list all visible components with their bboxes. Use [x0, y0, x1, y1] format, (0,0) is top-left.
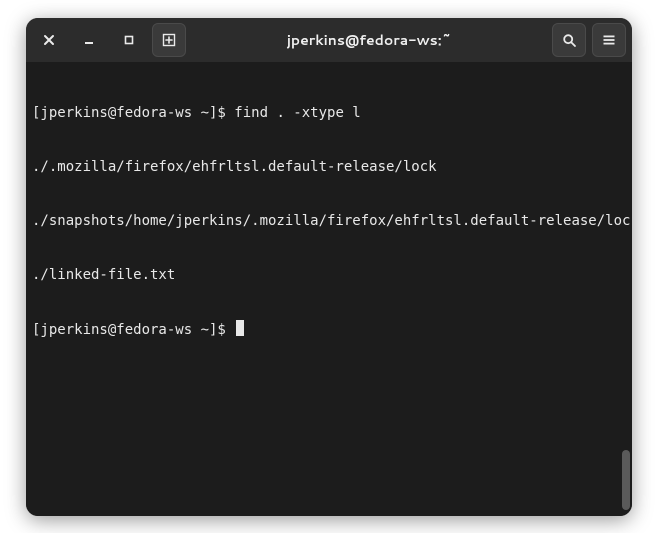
output-line: ./snapshots/home/jperkins/.mozilla/firef… [32, 212, 624, 230]
maximize-button[interactable] [112, 23, 146, 57]
command-text: find . -xtype l [234, 105, 360, 121]
titlebar-right [552, 23, 626, 57]
terminal-window: jperkins@fedora-ws:~ [26, 18, 632, 516]
prompt-line: [jperkins@fedora-ws ~]$ [32, 320, 624, 339]
prompt: [jperkins@fedora-ws ~]$ [32, 105, 234, 121]
prompt-line: [jperkins@fedora-ws ~]$ find . -xtype l [32, 104, 624, 122]
window-title: jperkins@fedora-ws:~ [192, 30, 546, 50]
close-icon [43, 34, 55, 46]
maximize-icon [123, 34, 135, 46]
cursor [236, 320, 244, 336]
scrollbar-thumb[interactable] [622, 450, 630, 510]
minimize-button[interactable] [72, 23, 106, 57]
titlebar: jperkins@fedora-ws:~ [26, 18, 632, 62]
new-tab-button[interactable] [152, 23, 186, 57]
menu-button[interactable] [592, 23, 626, 57]
new-tab-icon [161, 32, 177, 48]
minimize-icon [83, 34, 95, 46]
search-button[interactable] [552, 23, 586, 57]
scrollbar[interactable] [622, 68, 630, 510]
search-icon [562, 33, 577, 48]
close-button[interactable] [32, 23, 66, 57]
terminal-viewport[interactable]: [jperkins@fedora-ws ~]$ find . -xtype l … [26, 62, 632, 516]
hamburger-icon [602, 33, 616, 47]
output-line: ./.mozilla/firefox/ehfrltsl.default-rele… [32, 158, 624, 176]
output-line: ./linked-file.txt [32, 266, 624, 284]
prompt: [jperkins@fedora-ws ~]$ [32, 322, 234, 338]
